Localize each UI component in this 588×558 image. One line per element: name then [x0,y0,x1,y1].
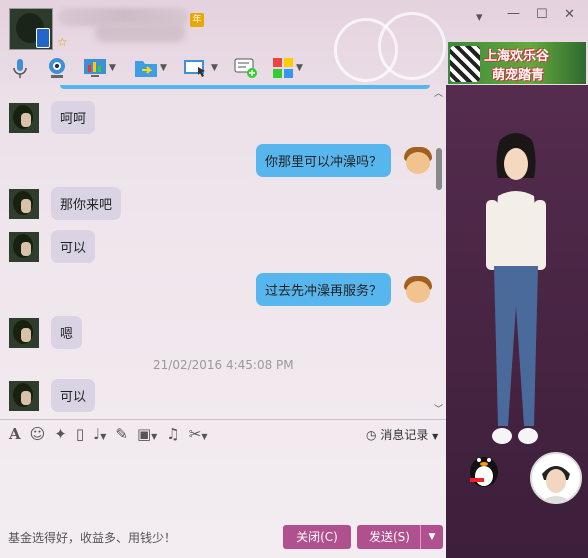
avatar[interactable] [403,146,433,176]
emoji-icon[interactable]: ☺ [30,425,46,443]
zebra-image [450,46,480,82]
screen-share-icon[interactable]: ▼ [83,55,116,81]
chat-scrollbar[interactable]: ︿ ﹀ [434,89,444,416]
avatar[interactable] [403,275,433,305]
remote-assist-icon[interactable]: ▼ [183,55,218,81]
file-transfer-icon[interactable]: ▼ [134,55,167,81]
message-item: 你那里可以冲澡吗？ [255,144,433,177]
screenshot-icon[interactable]: ✂▼ [189,425,208,443]
contact-signature-blurred [95,22,185,42]
music-icon[interactable]: ♫ [166,425,179,443]
clock-icon: ◷ [366,428,377,442]
message-bubble: 你那里可以冲澡吗？ [255,144,391,177]
ad-line-1: 上海欢乐谷 [484,49,550,64]
ad-banner[interactable]: 上海欢乐谷 萌宠踏青 [448,42,586,84]
message-add-icon[interactable] [234,55,258,81]
history-label: 消息记录 [380,428,429,442]
qq-chat-window: ☆ 年 ▾ — ☐ ✕ ▼ ▼ ▼ ▼ 上海欢乐谷 萌宠踏青 呵呵 你那里可以冲… [0,0,588,558]
message-item: 可以 [9,230,96,263]
send-options-chevron-icon[interactable]: ▼ [420,525,443,549]
message-timestamp: 21/02/2016 4:45:08 PM [153,358,294,372]
video-call-icon[interactable] [45,55,69,81]
microphone-icon[interactable] [9,55,31,81]
font-icon[interactable]: A [9,425,21,443]
avatar[interactable] [9,380,39,411]
footer: 基金选得好，收益多、用钱少！ 关闭(C) 发送(S) ▼ [0,520,446,558]
rings-decoration [330,12,450,82]
close-window-button[interactable]: ✕ [564,7,575,22]
ad-line-2: 萌宠踏青 [492,68,545,83]
message-item: 过去先冲澡再服务？ [255,273,433,306]
magic-icon[interactable]: ✦ [54,425,67,443]
qq-penguin-icon[interactable] [464,450,504,490]
image-icon[interactable]: ▣▼ [137,425,157,443]
chevron-down-icon[interactable]: ▼ [211,63,218,73]
chevron-down-icon[interactable]: ▼ [296,63,303,73]
star-icon: ☆ [57,35,68,49]
message-bubble: 过去先冲澡再服务？ [255,273,391,306]
chevron-down-icon[interactable]: ▼ [432,432,438,441]
close-button[interactable]: 关闭(C) [283,525,351,549]
previous-bubble-edge [60,85,430,89]
ad-tip-text[interactable]: 基金选得好，收益多、用钱少！ [8,529,176,546]
message-item: 嗯 [9,316,83,349]
avatar[interactable] [9,231,39,262]
message-bubble: 那你来吧 [51,187,122,220]
message-bubble: 可以 [51,379,96,412]
mobile-online-icon [36,28,50,48]
edit-icon[interactable]: ✎ [115,425,128,443]
voice-icon[interactable]: ♩▼ [93,425,106,443]
history-button[interactable]: ◷ 消息记录 ▼ [366,426,438,443]
divider [0,419,446,420]
avatar[interactable] [9,317,39,348]
send-button[interactable]: 发送(S) ▼ [357,525,443,549]
message-bubble: 呵呵 [51,101,96,134]
my-avatar[interactable] [530,452,582,504]
scrollbar-thumb[interactable] [436,148,442,190]
avatar[interactable] [9,188,39,219]
qq-show-avatar[interactable] [476,130,556,460]
menu-button[interactable]: ▾ [476,10,483,25]
scroll-up-icon[interactable]: ︿ [434,86,443,99]
message-bubble: 可以 [51,230,96,263]
message-input[interactable] [0,448,446,518]
maximize-button[interactable]: ☐ [536,7,548,22]
vibrate-icon[interactable]: ▯ [76,425,84,443]
avatar[interactable] [9,102,39,133]
minimize-button[interactable]: — [507,6,520,21]
message-item: 那你来吧 [9,187,122,220]
message-item: 呵呵 [9,101,96,134]
chevron-down-icon[interactable]: ▼ [109,63,116,73]
send-label: 发送(S) [369,530,410,544]
year-vip-badge: 年 [190,13,204,27]
message-item: 可以 [9,379,96,412]
apps-icon[interactable]: ▼ [272,55,303,81]
message-bubble: 嗯 [51,316,83,349]
scroll-down-icon[interactable]: ﹀ [434,402,443,415]
chevron-down-icon[interactable]: ▼ [160,63,167,73]
